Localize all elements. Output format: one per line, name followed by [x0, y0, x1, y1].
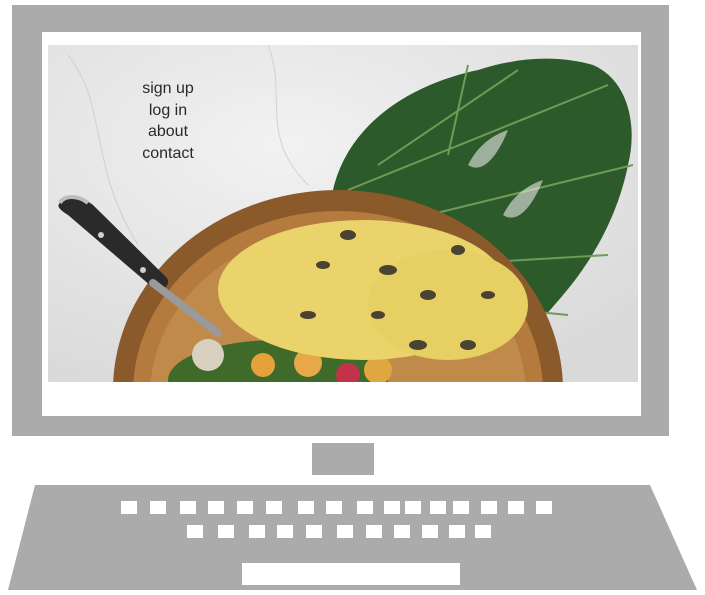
touchpad — [242, 563, 460, 585]
keyboard-base — [8, 485, 697, 590]
